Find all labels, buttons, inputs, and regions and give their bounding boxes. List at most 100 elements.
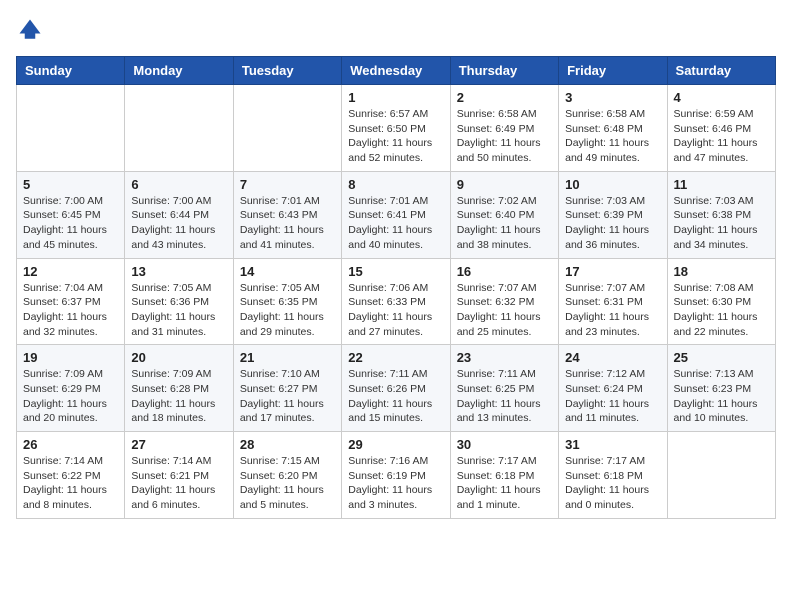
- day-info: Sunrise: 7:06 AM Sunset: 6:33 PM Dayligh…: [348, 281, 443, 340]
- day-info: Sunrise: 7:01 AM Sunset: 6:43 PM Dayligh…: [240, 194, 335, 253]
- day-header-thursday: Thursday: [450, 57, 558, 85]
- calendar-cell: 9 Sunrise: 7:02 AM Sunset: 6:40 PM Daylig…: [450, 171, 558, 258]
- calendar-cell: 3Sunrise: 6:58 AM Sunset: 6:48 PM Daylig…: [559, 85, 667, 172]
- calendar-cell: [233, 85, 341, 172]
- day-number: 6: [131, 177, 226, 192]
- calendar-week-5: 26Sunrise: 7:14 AM Sunset: 6:22 PM Dayli…: [17, 432, 776, 519]
- day-number: 1: [348, 90, 443, 105]
- calendar-cell: 17 Sunrise: 7:07 AM Sunset: 6:31 PM Dayli…: [559, 258, 667, 345]
- day-header-wednesday: Wednesday: [342, 57, 450, 85]
- day-info: Sunrise: 7:16 AM Sunset: 6:19 PM Dayligh…: [348, 454, 443, 513]
- calendar-cell: 24 Sunrise: 7:12 AM Sunset: 6:24 PM Dayli…: [559, 345, 667, 432]
- calendar-cell: 10 Sunrise: 7:03 AM Sunset: 6:39 PM Dayli…: [559, 171, 667, 258]
- day-info: Sunrise: 7:11 AM Sunset: 6:25 PM Dayligh…: [457, 367, 552, 426]
- day-info: Sunrise: 7:05 AM Sunset: 6:36 PM Dayligh…: [131, 281, 226, 340]
- day-header-saturday: Saturday: [667, 57, 775, 85]
- calendar-cell: 21Sunrise: 7:10 AM Sunset: 6:27 PM Dayli…: [233, 345, 341, 432]
- calendar-week-1: 1 Sunrise: 6:57 AM Sunset: 6:50 PM Daylig…: [17, 85, 776, 172]
- calendar-cell: 22 Sunrise: 7:11 AM Sunset: 6:26 PM Dayli…: [342, 345, 450, 432]
- day-number: 12: [23, 264, 118, 279]
- day-info: Sunrise: 7:08 AM Sunset: 6:30 PM Dayligh…: [674, 281, 769, 340]
- calendar-cell: 30 Sunrise: 7:17 AM Sunset: 6:18 PM Dayli…: [450, 432, 558, 519]
- day-number: 13: [131, 264, 226, 279]
- calendar-table: SundayMondayTuesdayWednesdayThursdayFrid…: [16, 56, 776, 519]
- day-number: 31: [565, 437, 660, 452]
- day-info: Sunrise: 7:05 AM Sunset: 6:35 PM Dayligh…: [240, 281, 335, 340]
- day-number: 11: [674, 177, 769, 192]
- calendar-cell: 29Sunrise: 7:16 AM Sunset: 6:19 PM Dayli…: [342, 432, 450, 519]
- day-info: Sunrise: 7:00 AM Sunset: 6:44 PM Dayligh…: [131, 194, 226, 253]
- day-info: Sunrise: 7:15 AM Sunset: 6:20 PM Dayligh…: [240, 454, 335, 513]
- day-info: Sunrise: 6:58 AM Sunset: 6:48 PM Dayligh…: [565, 107, 660, 166]
- calendar-cell: 8Sunrise: 7:01 AM Sunset: 6:41 PM Daylig…: [342, 171, 450, 258]
- day-number: 10: [565, 177, 660, 192]
- day-info: Sunrise: 6:57 AM Sunset: 6:50 PM Dayligh…: [348, 107, 443, 166]
- calendar-cell: 15 Sunrise: 7:06 AM Sunset: 6:33 PM Dayli…: [342, 258, 450, 345]
- day-info: Sunrise: 7:09 AM Sunset: 6:29 PM Dayligh…: [23, 367, 118, 426]
- day-number: 5: [23, 177, 118, 192]
- day-number: 9: [457, 177, 552, 192]
- day-number: 7: [240, 177, 335, 192]
- calendar-cell: 1 Sunrise: 6:57 AM Sunset: 6:50 PM Daylig…: [342, 85, 450, 172]
- calendar-cell: 2Sunrise: 6:58 AM Sunset: 6:49 PM Daylig…: [450, 85, 558, 172]
- day-number: 19: [23, 350, 118, 365]
- day-header-tuesday: Tuesday: [233, 57, 341, 85]
- day-info: Sunrise: 7:12 AM Sunset: 6:24 PM Dayligh…: [565, 367, 660, 426]
- calendar-cell: 27 Sunrise: 7:14 AM Sunset: 6:21 PM Dayli…: [125, 432, 233, 519]
- day-info: Sunrise: 7:17 AM Sunset: 6:18 PM Dayligh…: [565, 454, 660, 513]
- day-info: Sunrise: 7:11 AM Sunset: 6:26 PM Dayligh…: [348, 367, 443, 426]
- day-info: Sunrise: 6:59 AM Sunset: 6:46 PM Dayligh…: [674, 107, 769, 166]
- day-number: 16: [457, 264, 552, 279]
- calendar-cell: [17, 85, 125, 172]
- day-number: 25: [674, 350, 769, 365]
- logo-icon: [16, 16, 44, 44]
- day-info: Sunrise: 7:07 AM Sunset: 6:32 PM Dayligh…: [457, 281, 552, 340]
- day-number: 28: [240, 437, 335, 452]
- day-header-sunday: Sunday: [17, 57, 125, 85]
- calendar-cell: 12 Sunrise: 7:04 AM Sunset: 6:37 PM Dayli…: [17, 258, 125, 345]
- day-info: Sunrise: 7:02 AM Sunset: 6:40 PM Dayligh…: [457, 194, 552, 253]
- calendar-cell: 20 Sunrise: 7:09 AM Sunset: 6:28 PM Dayli…: [125, 345, 233, 432]
- day-number: 27: [131, 437, 226, 452]
- day-number: 17: [565, 264, 660, 279]
- page-header: [16, 16, 776, 44]
- day-number: 20: [131, 350, 226, 365]
- day-info: Sunrise: 7:04 AM Sunset: 6:37 PM Dayligh…: [23, 281, 118, 340]
- day-header-monday: Monday: [125, 57, 233, 85]
- day-info: Sunrise: 7:14 AM Sunset: 6:21 PM Dayligh…: [131, 454, 226, 513]
- day-info: Sunrise: 7:03 AM Sunset: 6:38 PM Dayligh…: [674, 194, 769, 253]
- calendar-week-3: 12 Sunrise: 7:04 AM Sunset: 6:37 PM Dayli…: [17, 258, 776, 345]
- calendar-header-row: SundayMondayTuesdayWednesdayThursdayFrid…: [17, 57, 776, 85]
- day-number: 24: [565, 350, 660, 365]
- calendar-cell: 5Sunrise: 7:00 AM Sunset: 6:45 PM Daylig…: [17, 171, 125, 258]
- calendar-cell: 26Sunrise: 7:14 AM Sunset: 6:22 PM Dayli…: [17, 432, 125, 519]
- calendar-cell: 25 Sunrise: 7:13 AM Sunset: 6:23 PM Dayli…: [667, 345, 775, 432]
- calendar-week-4: 19 Sunrise: 7:09 AM Sunset: 6:29 PM Dayli…: [17, 345, 776, 432]
- calendar-cell: 28 Sunrise: 7:15 AM Sunset: 6:20 PM Dayli…: [233, 432, 341, 519]
- day-info: Sunrise: 7:17 AM Sunset: 6:18 PM Dayligh…: [457, 454, 552, 513]
- calendar-cell: 13 Sunrise: 7:05 AM Sunset: 6:36 PM Dayli…: [125, 258, 233, 345]
- day-info: Sunrise: 7:07 AM Sunset: 6:31 PM Dayligh…: [565, 281, 660, 340]
- calendar-cell: 4 Sunrise: 6:59 AM Sunset: 6:46 PM Daylig…: [667, 85, 775, 172]
- day-info: Sunrise: 7:14 AM Sunset: 6:22 PM Dayligh…: [23, 454, 118, 513]
- day-number: 18: [674, 264, 769, 279]
- calendar-cell: 19 Sunrise: 7:09 AM Sunset: 6:29 PM Dayli…: [17, 345, 125, 432]
- day-number: 15: [348, 264, 443, 279]
- day-info: Sunrise: 6:58 AM Sunset: 6:49 PM Dayligh…: [457, 107, 552, 166]
- logo: [16, 16, 48, 44]
- day-number: 23: [457, 350, 552, 365]
- calendar-week-2: 5Sunrise: 7:00 AM Sunset: 6:45 PM Daylig…: [17, 171, 776, 258]
- calendar-cell: 14 Sunrise: 7:05 AM Sunset: 6:35 PM Dayli…: [233, 258, 341, 345]
- day-header-friday: Friday: [559, 57, 667, 85]
- calendar-cell: 7 Sunrise: 7:01 AM Sunset: 6:43 PM Daylig…: [233, 171, 341, 258]
- calendar-cell: 23 Sunrise: 7:11 AM Sunset: 6:25 PM Dayli…: [450, 345, 558, 432]
- day-info: Sunrise: 7:09 AM Sunset: 6:28 PM Dayligh…: [131, 367, 226, 426]
- day-number: 4: [674, 90, 769, 105]
- calendar-cell: 31 Sunrise: 7:17 AM Sunset: 6:18 PM Dayli…: [559, 432, 667, 519]
- day-info: Sunrise: 7:03 AM Sunset: 6:39 PM Dayligh…: [565, 194, 660, 253]
- day-number: 22: [348, 350, 443, 365]
- day-number: 30: [457, 437, 552, 452]
- calendar-cell: [125, 85, 233, 172]
- day-number: 14: [240, 264, 335, 279]
- day-info: Sunrise: 7:13 AM Sunset: 6:23 PM Dayligh…: [674, 367, 769, 426]
